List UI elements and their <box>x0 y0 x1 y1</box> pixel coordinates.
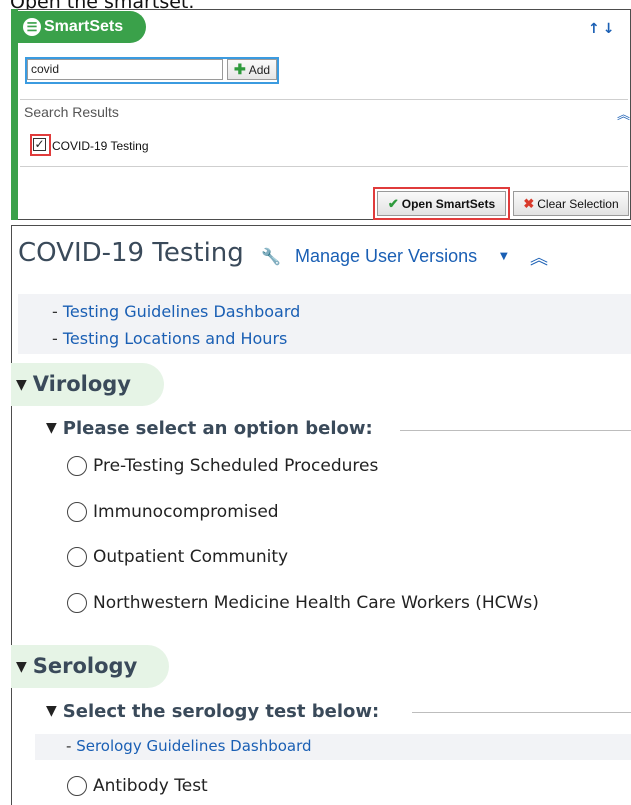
open-smartsets-button[interactable]: ✔ Open SmartSets <box>377 191 506 216</box>
divider <box>20 166 628 167</box>
divider-line <box>400 430 631 431</box>
expand-triangle-icon: ▼ <box>16 659 27 675</box>
plus-icon: ✚ <box>233 61 246 77</box>
serology-prompt[interactable]: ▼ Select the serology test below: <box>46 701 388 722</box>
clear-selection-label: Clear Selection <box>537 196 619 211</box>
radio-option[interactable]: Outpatient Community <box>67 547 288 567</box>
radio-option[interactable]: Northwestern Medicine Health Care Worker… <box>67 593 539 613</box>
radio-button[interactable] <box>67 502 87 522</box>
radio-button[interactable] <box>67 593 87 613</box>
smartsets-tab[interactable]: ☰ SmartSets <box>18 11 146 43</box>
guidelines-dashboard-link[interactable]: - Testing Guidelines Dashboard <box>52 302 300 321</box>
dropdown-caret-icon[interactable]: ▼ <box>500 251 508 262</box>
serology-guidelines-link[interactable]: - Serology Guidelines Dashboard <box>66 737 312 755</box>
smartset-search-input[interactable]: covid <box>27 59 223 80</box>
divider <box>20 99 628 100</box>
manage-user-versions-link[interactable]: Manage User Versions <box>295 246 477 267</box>
radio-button[interactable] <box>67 547 87 567</box>
checkmark-icon: ✔ <box>387 195 399 211</box>
radio-option[interactable]: Immunocompromised <box>67 502 279 522</box>
wrench-icon[interactable]: 🔧 <box>261 247 281 266</box>
locations-hours-link[interactable]: - Testing Locations and Hours <box>52 329 287 348</box>
smartsets-accent-bar <box>11 9 18 220</box>
search-results-heading: Search Results <box>24 104 119 120</box>
radio-button[interactable] <box>67 776 87 796</box>
serology-section-header[interactable]: ▼ Serology <box>16 654 137 678</box>
radio-option[interactable]: Pre-Testing Scheduled Procedures <box>67 456 378 476</box>
open-smartsets-label: Open SmartSets <box>401 196 496 211</box>
result-item-label[interactable]: COVID-19 Testing <box>52 139 149 153</box>
add-button-label: Add <box>248 62 271 77</box>
sort-arrows-icon[interactable]: ↑↓ <box>588 21 617 37</box>
result-checkbox[interactable]: ✓ <box>33 138 46 151</box>
x-icon: ✖ <box>523 195 535 211</box>
radio-button[interactable] <box>67 456 87 476</box>
collapse-chevron-icon[interactable]: ︽ <box>617 104 630 123</box>
smartsets-list-icon: ☰ <box>23 18 41 36</box>
virology-prompt[interactable]: ▼ Please select an option below: <box>46 418 381 439</box>
order-set-title: COVID-19 Testing <box>18 238 244 268</box>
expand-triangle-icon: ▼ <box>46 420 57 436</box>
smartsets-tab-label: SmartSets <box>44 18 124 35</box>
virology-section-header[interactable]: ▼ Virology <box>16 372 131 396</box>
radio-option[interactable]: Antibody Test <box>67 776 208 796</box>
expand-triangle-icon: ▼ <box>16 377 27 393</box>
expand-triangle-icon: ▼ <box>46 703 57 719</box>
clear-selection-button[interactable]: ✖ Clear Selection <box>513 191 629 216</box>
collapse-chevron-icon[interactable]: ︽ <box>530 244 548 270</box>
divider-line <box>412 712 631 713</box>
add-button[interactable]: ✚ Add <box>227 59 277 80</box>
